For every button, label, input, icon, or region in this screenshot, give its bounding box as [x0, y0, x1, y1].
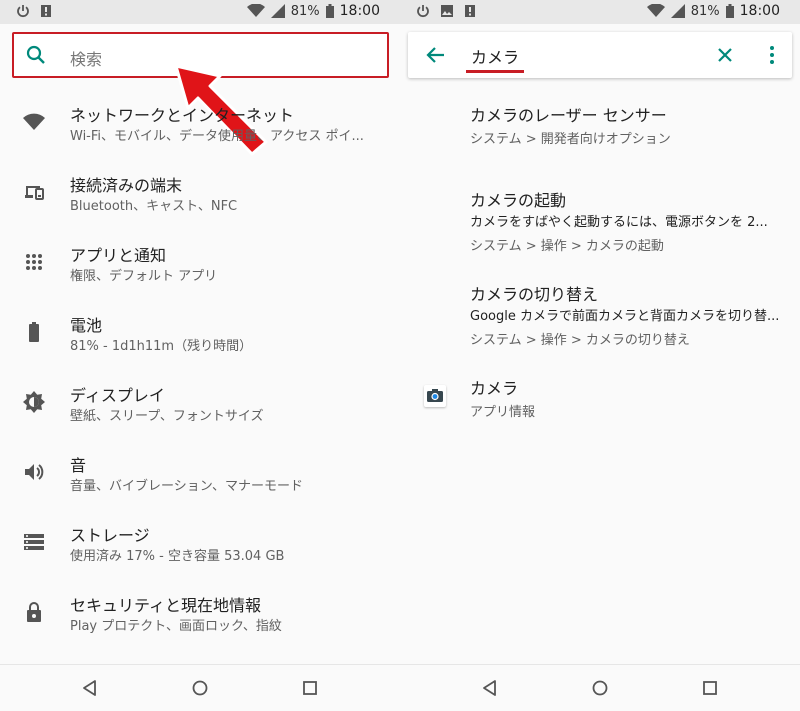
storage-icon [24, 534, 44, 550]
settings-list: ネットワークとインターネット Wi-Fi、モバイル、データ使用量、アクセス ポイ… [0, 92, 400, 652]
home-nav-icon[interactable] [190, 678, 210, 698]
item-subtitle: Bluetooth、キャスト、NFC [70, 199, 238, 214]
result-title: カメラのレーザー センサー [470, 106, 667, 125]
item-title: 音 [70, 456, 87, 475]
camera-app-icon [424, 385, 446, 407]
settings-item-network[interactable]: ネットワークとインターネット Wi-Fi、モバイル、データ使用量、アクセス ポイ… [0, 92, 400, 162]
item-title: ディスプレイ [70, 386, 165, 405]
settings-item-sound[interactable]: 音 音量、バイブレーション、マナーモード [0, 442, 400, 512]
item-subtitle: 壁紙、スリープ、フォントサイズ [70, 409, 264, 424]
settings-item-battery[interactable]: 電池 81% - 1d1h11m（残り時間） [0, 302, 400, 372]
settings-item-apps[interactable]: アプリと通知 権限、デフォルト アプリ [0, 232, 400, 302]
status-battery-icon [325, 4, 334, 18]
alert-icon [41, 5, 51, 17]
recents-nav-icon[interactable] [300, 678, 320, 698]
item-subtitle: 音量、バイブレーション、マナーモード [70, 479, 303, 494]
clock: 18:00 [339, 3, 380, 19]
search-result[interactable]: カメラの起動 カメラをすばやく起動するには、電源ボタンを 2... システム >… [400, 187, 800, 281]
item-subtitle: 使用済み 17% - 空き容量 53.04 GB [70, 549, 285, 564]
brightness-icon [23, 391, 45, 413]
status-bar: 81% 18:00 [400, 0, 800, 24]
result-path: アプリ情報 [470, 405, 536, 420]
status-bar: 81% 18:00 [0, 0, 400, 24]
item-title: セキュリティと現在地情報 [70, 596, 262, 615]
settings-item-devices[interactable]: 接続済みの端末 Bluetooth、キャスト、NFC [0, 162, 400, 232]
back-nav-icon[interactable] [480, 678, 500, 698]
search-result[interactable]: カメラ アプリ情報 [400, 375, 800, 435]
wifi-signal-icon [246, 4, 265, 17]
settings-item-storage[interactable]: ストレージ 使用済み 17% - 空き容量 53.04 GB [0, 512, 400, 582]
clock: 18:00 [739, 3, 780, 19]
battery-percent: 81% [290, 3, 320, 19]
recents-nav-icon[interactable] [700, 678, 720, 698]
item-title: ストレージ [70, 526, 150, 545]
search-icon [26, 45, 45, 64]
item-subtitle: 権限、デフォルト アプリ [70, 269, 218, 284]
cell-signal-icon [670, 4, 685, 18]
home-nav-icon[interactable] [590, 678, 610, 698]
search-bar[interactable]: カメラ [408, 32, 792, 78]
power-icon [417, 5, 429, 18]
settings-item-security[interactable]: セキュリティと現在地情報 Play プロテクト、画面ロック、指紋 [0, 582, 400, 652]
result-path: システム > 開発者向けオプション [470, 132, 671, 147]
search-placeholder: 検索 [70, 50, 103, 69]
power-icon [17, 5, 29, 18]
back-nav-icon[interactable] [80, 678, 100, 698]
result-title: カメラ [470, 379, 519, 398]
search-results-screen: 81% 18:00 カメラ カメラのレーザー センサー システム > 開発者向け… [400, 0, 800, 711]
status-battery-icon [725, 4, 734, 18]
settings-item-display[interactable]: ディスプレイ 壁紙、スリープ、フォントサイズ [0, 372, 400, 442]
wifi-icon [23, 113, 45, 130]
result-title: カメラの起動 [470, 191, 567, 210]
result-summary: カメラをすばやく起動するには、電源ボタンを 2... [470, 215, 768, 230]
battery-icon [29, 322, 39, 342]
image-icon [441, 5, 453, 17]
result-summary: Google カメラで前面カメラと背面カメラを切り替... [470, 309, 780, 324]
search-result[interactable]: カメラのレーザー センサー システム > 開発者向けオプション [400, 92, 800, 187]
alert-icon [465, 5, 475, 17]
battery-percent: 81% [690, 3, 720, 19]
nav-bar [400, 664, 800, 711]
nav-bar [0, 664, 400, 711]
item-title: 接続済みの端末 [70, 176, 183, 195]
wifi-signal-icon [646, 4, 665, 17]
search-query[interactable]: カメラ [471, 44, 519, 68]
query-underline-annotation [466, 70, 524, 73]
back-arrow-icon[interactable] [424, 43, 448, 67]
more-vert-icon[interactable] [760, 43, 784, 67]
devices-icon [25, 186, 44, 200]
apps-icon [26, 254, 42, 270]
item-title: 電池 [70, 316, 103, 335]
item-title: アプリと通知 [70, 246, 167, 265]
item-subtitle: Play プロテクト、画面ロック、指紋 [70, 619, 282, 634]
result-title: カメラの切り替え [470, 285, 599, 304]
cell-signal-icon [270, 4, 285, 18]
item-subtitle: 81% - 1d1h11m（残り時間） [70, 339, 253, 354]
settings-screen: 81% 18:00 検索 ネットワークとインターネット Wi-Fi、モバイル、デ… [0, 0, 400, 711]
search-result[interactable]: カメラの切り替え Google カメラで前面カメラと背面カメラを切り替... シ… [400, 281, 800, 375]
item-subtitle: Wi-Fi、モバイル、データ使用量、アクセス ポイ... [70, 129, 364, 144]
item-title: ネットワークとインターネット [70, 106, 295, 125]
result-path: システム > 操作 > カメラの起動 [470, 239, 664, 254]
close-icon[interactable] [714, 44, 736, 66]
search-results-list: カメラのレーザー センサー システム > 開発者向けオプション カメラの起動 カ… [400, 92, 800, 435]
volume-icon [25, 464, 44, 480]
result-path: システム > 操作 > カメラの切り替え [470, 333, 690, 348]
lock-icon [27, 602, 41, 622]
